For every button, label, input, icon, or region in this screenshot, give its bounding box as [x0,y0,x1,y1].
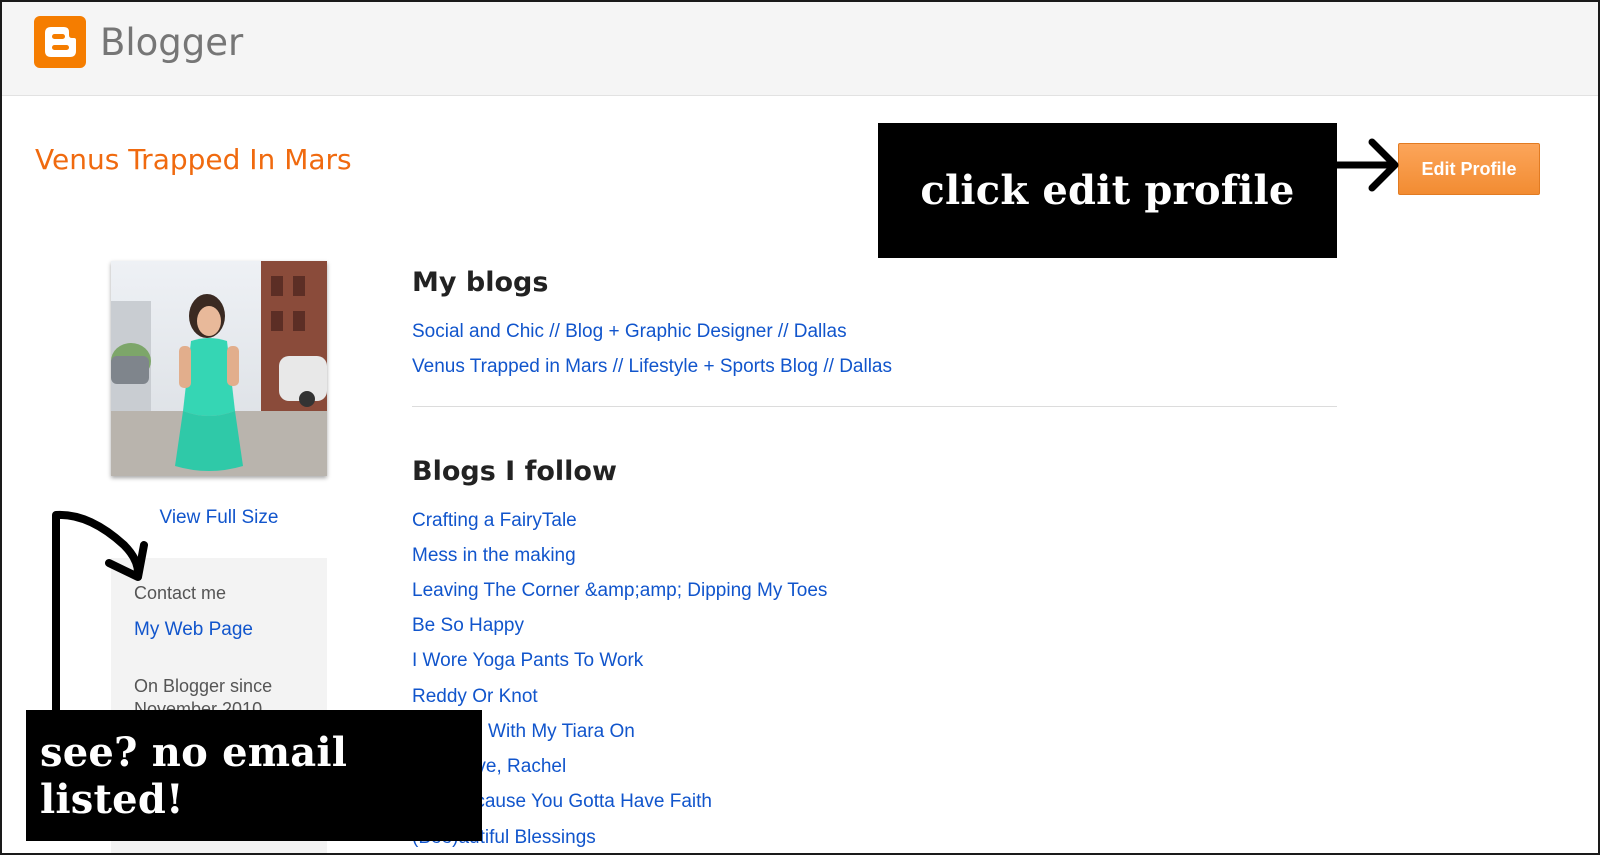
section-divider [412,406,1337,407]
brand[interactable]: Blogger [34,16,243,68]
my-blogs-heading: My blogs [412,267,549,298]
my-blog-link[interactable]: Social and Chic // Blog + Graphic Design… [412,321,847,343]
followed-blog-link[interactable]: Reddy Or Knot [412,686,538,708]
annotation-callout-top: click edit profile [878,123,1337,258]
followed-blog-link[interactable]: Leaving The Corner &amp;amp; Dipping My … [412,580,827,602]
blogger-logo-icon [34,16,86,68]
edit-profile-button[interactable]: Edit Profile [1398,143,1540,195]
avatar[interactable] [111,261,327,476]
followed-blog-link[interactable]: I Wore Yoga Pants To Work [412,650,643,672]
my-blog-link[interactable]: Venus Trapped in Mars // Lifestyle + Spo… [412,356,892,378]
profile-title: Venus Trapped In Mars [35,143,352,176]
followed-blog-link[interactable]: Be So Happy [412,615,524,637]
browser-frame: Blogger Venus Trapped In Mars Edit Profi… [0,0,1600,855]
arrow-right-icon [1332,138,1399,192]
arrow-curved-icon [52,510,148,715]
blogs-follow-heading: Blogs I follow [412,456,617,487]
followed-blog-link[interactable]: Mess in the making [412,545,576,567]
brand-name: Blogger [100,20,244,64]
blogger-header: Blogger [2,2,1598,96]
followed-blog-link[interactable]: Crafting a FairyTale [412,510,577,532]
annotation-callout-bottom: see? no email listed! [26,710,482,841]
member-since-label: On Blogger since [134,676,273,696]
